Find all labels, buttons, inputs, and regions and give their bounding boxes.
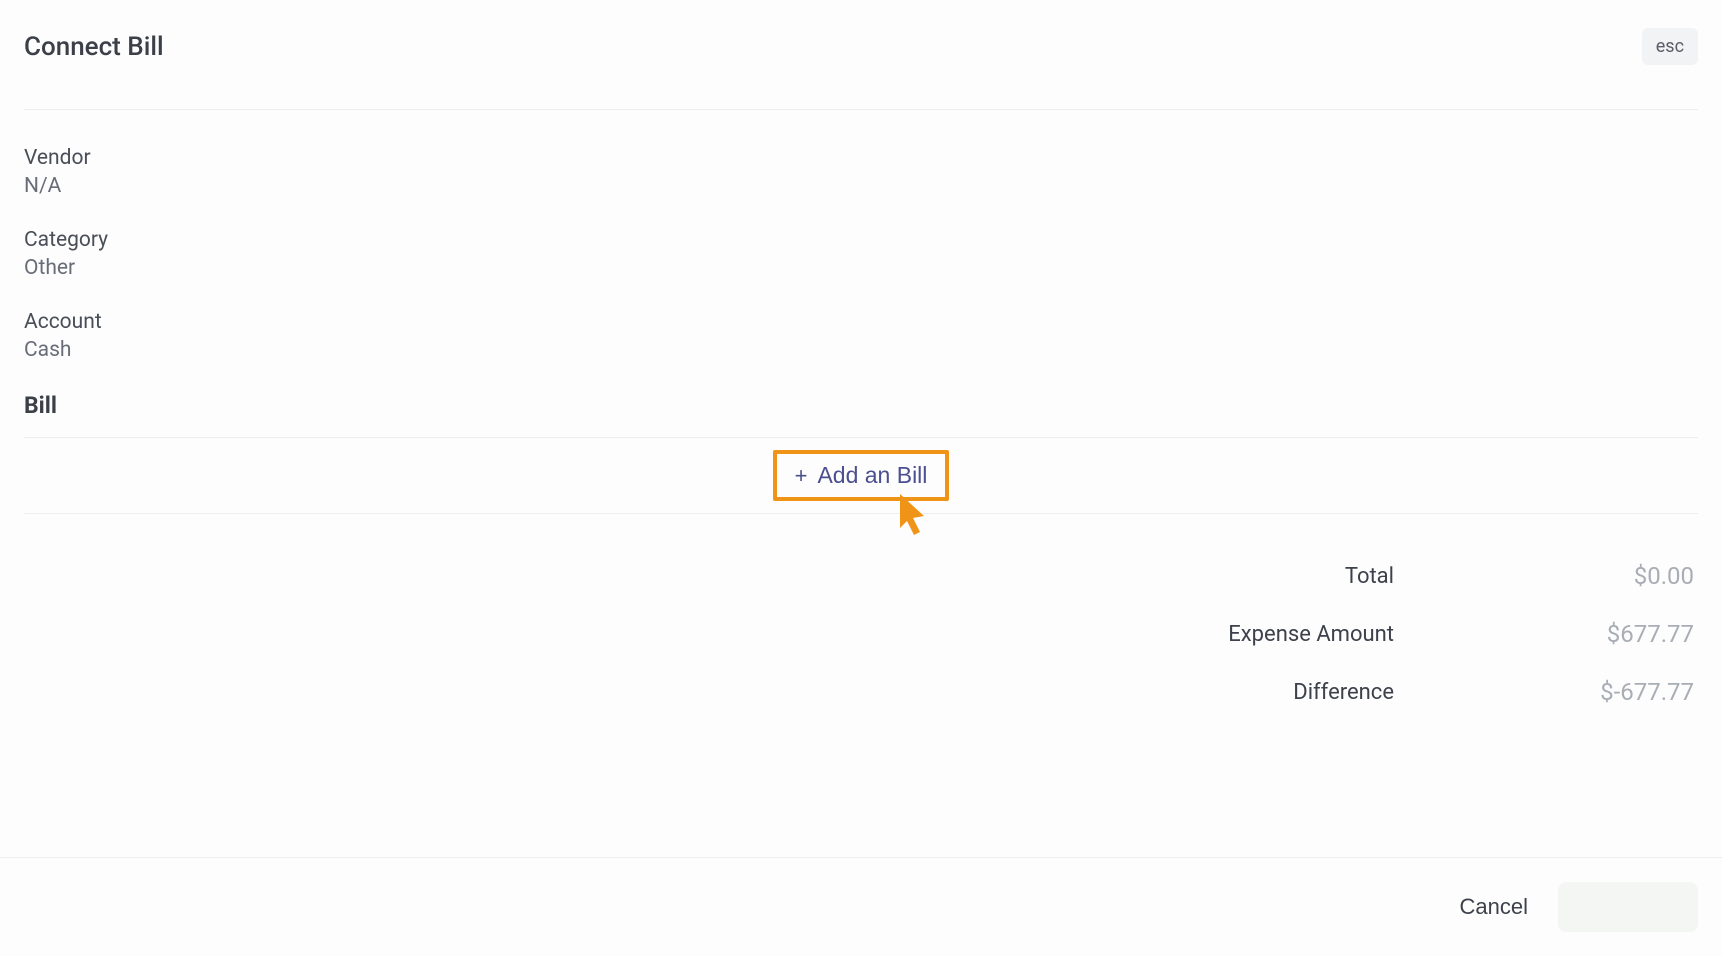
add-bill-row: + Add an Bill — [24, 437, 1698, 514]
account-field: Account Cash — [24, 310, 1698, 362]
save-button[interactable] — [1558, 882, 1698, 932]
total-label: Total — [24, 564, 1394, 589]
difference-row: Difference $-677.77 — [24, 678, 1694, 706]
expense-amount-row: Expense Amount $677.77 — [24, 620, 1694, 648]
total-value: $0.00 — [1584, 562, 1694, 590]
header: Connect Bill esc — [24, 28, 1698, 110]
fields-section: Vendor N/A Category Other Account Cash B… — [24, 110, 1698, 706]
add-bill-button[interactable]: + Add an Bill — [773, 450, 950, 501]
account-value: Cash — [24, 338, 1698, 362]
totals-section: Total $0.00 Expense Amount $677.77 Diffe… — [24, 562, 1698, 706]
expense-amount-label: Expense Amount — [24, 622, 1394, 647]
vendor-label: Vendor — [24, 146, 1698, 170]
plus-icon: + — [795, 463, 808, 489]
difference-label: Difference — [24, 680, 1394, 705]
expense-amount-value: $677.77 — [1584, 620, 1694, 648]
page-title: Connect Bill — [24, 32, 164, 62]
cancel-button[interactable]: Cancel — [1460, 894, 1528, 920]
category-value: Other — [24, 256, 1698, 280]
vendor-field: Vendor N/A — [24, 146, 1698, 198]
category-field: Category Other — [24, 228, 1698, 280]
vendor-value: N/A — [24, 174, 1698, 198]
esc-button[interactable]: esc — [1642, 28, 1698, 65]
bill-heading: Bill — [24, 392, 1698, 419]
account-label: Account — [24, 310, 1698, 334]
footer: Cancel — [0, 857, 1722, 956]
total-row: Total $0.00 — [24, 562, 1694, 590]
difference-value: $-677.77 — [1584, 678, 1694, 706]
add-bill-label: Add an Bill — [817, 462, 927, 489]
category-label: Category — [24, 228, 1698, 252]
